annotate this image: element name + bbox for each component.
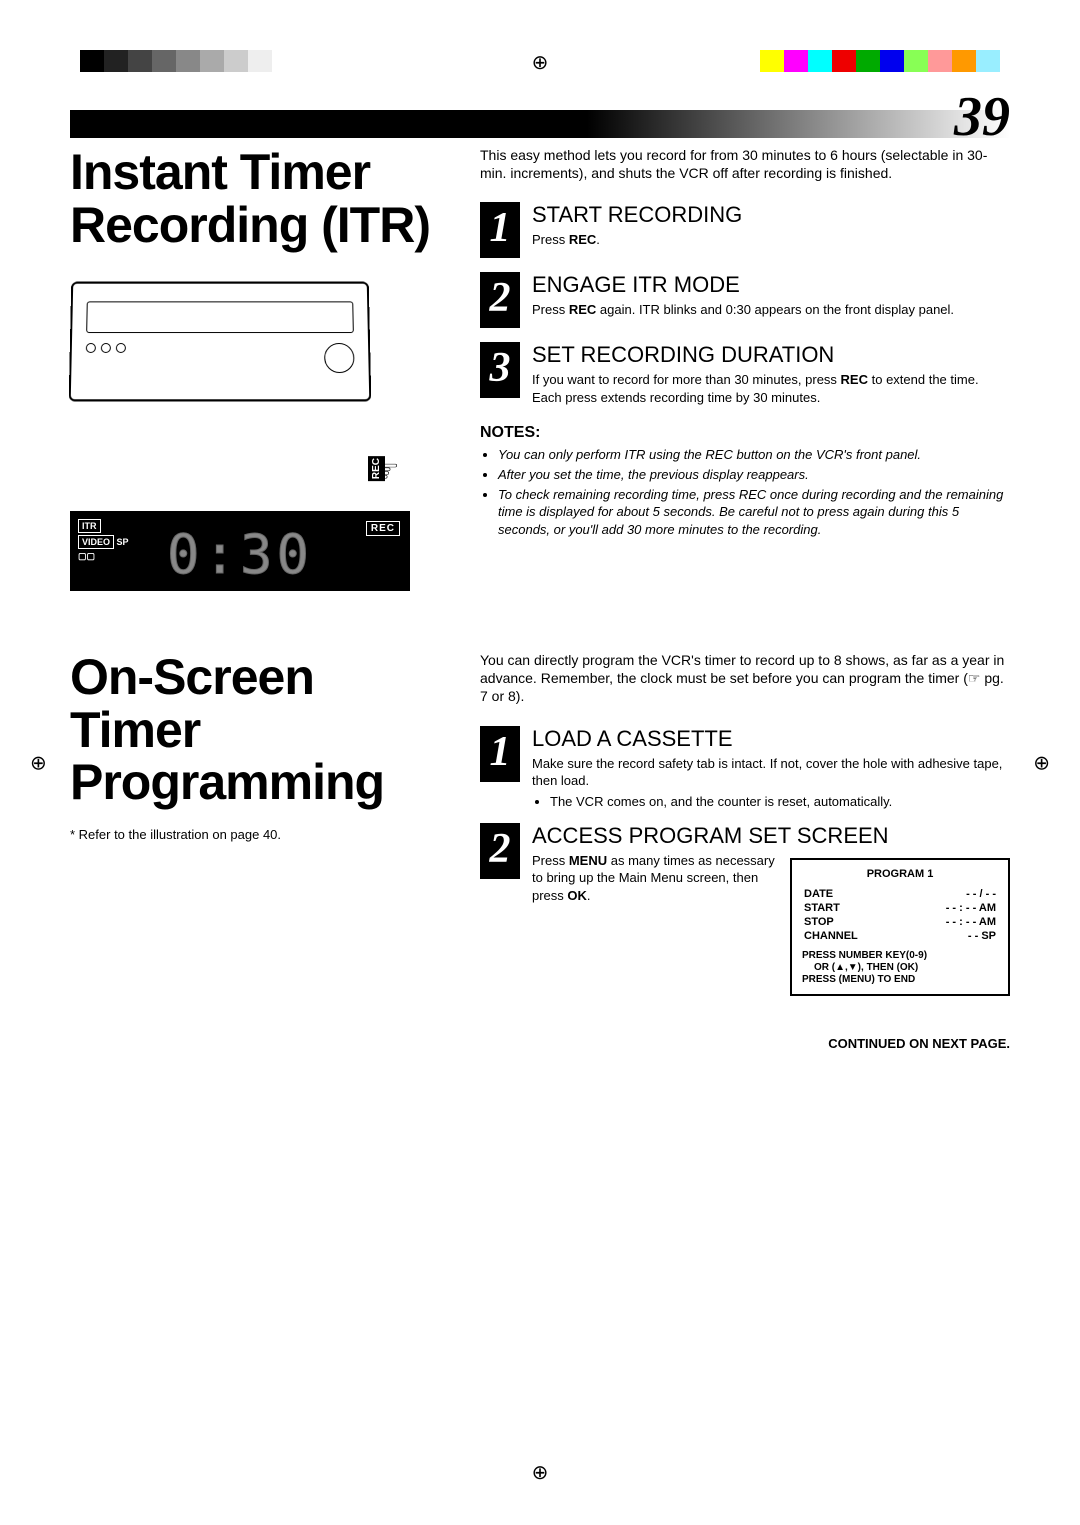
table-row: STOP- - : - - AM [804,916,996,928]
section2-intro: You can directly program the VCR's timer… [480,651,1010,706]
step-number: 1 [480,202,520,258]
step-number: 2 [480,823,520,879]
step-title: ENGAGE ITR MODE [532,272,1010,298]
step-text: Make sure the record safety tab is intac… [532,755,1010,790]
step-number: 2 [480,272,520,328]
page-header-gradient: 39 [70,110,1010,138]
step-text: If you want to record for more than 30 m… [532,371,1010,406]
step-2-access-program: 2 ACCESS PROGRAM SET SCREEN PROGRAM 1 DA… [480,823,1010,996]
note-item: To check remaining recording time, press… [498,486,1010,539]
step-title: ACCESS PROGRAM SET SCREEN [532,823,1010,849]
step-title: SET RECORDING DURATION [532,342,1010,368]
section-title-timer-programming: On-Screen Timer Programming [70,651,450,809]
step-3: 3 SET RECORDING DURATION If you want to … [480,342,1010,406]
page-number: 39 [954,85,1010,149]
table-row: START- - : - - AM [804,902,996,914]
vcr-illustration: ☞ REC [70,281,410,461]
note-item: After you set the time, the previous dis… [498,466,1010,484]
step-sub-bullet: The VCR comes on, and the counter is res… [532,794,1010,809]
grayscale-bars [80,50,272,72]
display-video-indicator: VIDEO [78,535,114,549]
illustration-reference: * Refer to the illustration on page 40. [70,827,450,842]
cassette-icon: ▢▢ [78,551,95,561]
table-row: CHANNEL- - SP [804,930,996,942]
step-number: 1 [480,726,520,782]
notes-list: You can only perform ITR using the REC b… [480,446,1010,538]
table-row: DATE- - / - - [804,888,996,900]
step-text: Press REC again. ITR blinks and 0:30 app… [532,301,1010,319]
program-box-title: PROGRAM 1 [802,868,998,880]
step-title: START RECORDING [532,202,1010,228]
program-footer-line: OR (▲,▼), THEN (OK) [802,962,998,974]
step-1: 1 START RECORDING Press REC. [480,202,1010,258]
notes-heading: NOTES: [480,424,1010,442]
step-title: LOAD A CASSETTE [532,726,1010,752]
display-sp-indicator: SP [117,537,129,547]
color-swatches [760,50,1000,72]
step-2: 2 ENGAGE ITR MODE Press REC again. ITR b… [480,272,1010,328]
display-rec-indicator: REC [366,521,400,536]
section1-intro: This easy method lets you record for fro… [480,146,1010,182]
step-1-load-cassette: 1 LOAD A CASSETTE Make sure the record s… [480,726,1010,809]
section-title-itr: Instant Timer Recording (ITR) [70,146,450,251]
step-text: Press REC. [532,231,1010,249]
program-footer-line: PRESS NUMBER KEY(0-9) [802,950,998,962]
continued-next-page: CONTINUED ON NEXT PAGE. [480,1036,1010,1051]
program-screen-box: PROGRAM 1 DATE- - / - - START- - : - - A… [790,858,1010,996]
vcr-display-panel: ITR VIDEO SP ▢▢ REC 0:30 [70,511,410,591]
registration-mark-icon: ⊕ [532,1460,549,1485]
registration-mark-icon: ⊕ [1033,750,1050,775]
display-itr-indicator: ITR [78,519,101,533]
registration-mark-icon: ⊕ [532,50,549,75]
rec-button-label: REC [368,456,385,481]
note-item: You can only perform ITR using the REC b… [498,446,1010,464]
program-footer-line: PRESS (MENU) TO END [802,974,998,986]
registration-mark-icon: ⊕ [30,750,47,775]
step-number: 3 [480,342,520,398]
